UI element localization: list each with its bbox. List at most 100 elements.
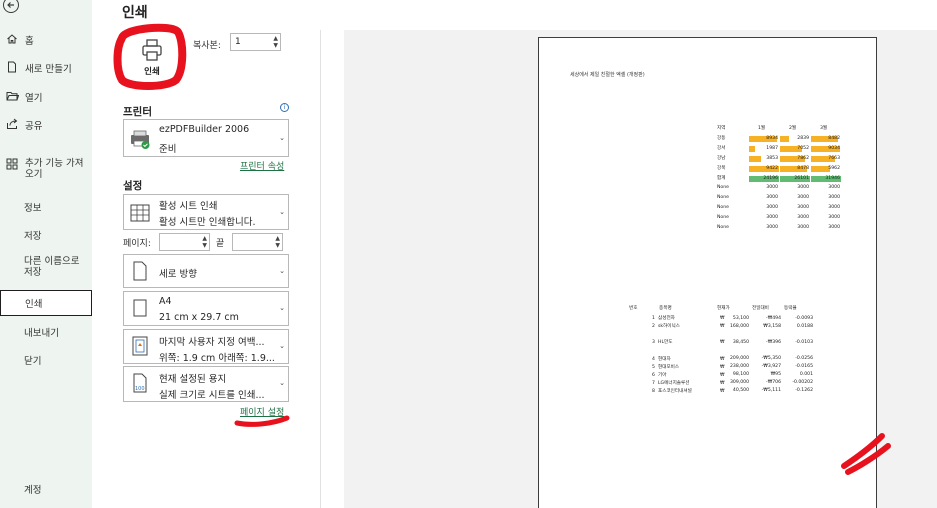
stock-rate: -0.0093 (795, 315, 813, 321)
sheet-grid-icon (130, 204, 150, 222)
stock-row-number: 6 (652, 372, 655, 378)
printer-properties-link[interactable]: 프린터 속성 (240, 159, 284, 172)
scaling-title: 현재 설정된 용지 (159, 374, 227, 385)
region-table-cell: 3000 (749, 194, 779, 201)
stock-price: 309,000 (730, 380, 749, 386)
region-table-cell: None (717, 195, 729, 201)
region-table-header: 지역 (717, 126, 726, 131)
region-table-header: 1월 (758, 126, 766, 131)
region-table-cell: 3000 (811, 204, 841, 211)
region-table-value: 8482 (828, 135, 840, 141)
region-table-value: 31946 (825, 175, 840, 181)
nav-item-save-as[interactable]: 다른 이름으로 저장 (0, 256, 92, 278)
spin-arrows-icon[interactable]: ▲ ▼ (275, 235, 280, 249)
margins-select[interactable]: 마지막 사용자 지정 여백... 위쪽: 1.9 cm 아래쪽: 1.9... … (123, 329, 289, 364)
stock-change: -₩5,350 (761, 356, 781, 361)
stock-rate: -0.0256 (795, 356, 813, 361)
region-table-cell: 3000 (749, 184, 779, 191)
page-to-input[interactable]: ▲ ▼ (232, 233, 283, 251)
region-table-cell: None (717, 205, 729, 211)
printer-device-icon (131, 130, 150, 149)
region-table-cell: 1987 (749, 145, 779, 152)
region-table-cell: 24196 (749, 175, 779, 182)
region-table-cell: 합계 (717, 175, 726, 181)
region-table-cell: 3000 (749, 214, 779, 221)
paper-size-select[interactable]: A4 21 cm x 29.7 cm ⌄ (123, 291, 289, 326)
region-table-value: 1987 (766, 145, 778, 151)
region-table-cell: 3000 (749, 204, 779, 211)
nav-item-export[interactable]: 내보내기 (0, 325, 92, 339)
nav-item-home[interactable]: 홈 (0, 33, 92, 47)
print-scope-select[interactable]: 활성 시트 인쇄 활성 시트만 인쇄합니다. ⌄ (123, 194, 289, 230)
region-table-cell: None (717, 225, 729, 230)
region-table-header: 2월 (789, 126, 797, 131)
data-bar (749, 155, 762, 162)
nav-item-close[interactable]: 닫기 (0, 353, 92, 367)
stock-name: 삼성전자 (658, 316, 675, 321)
printer-select[interactable]: ezPDFBuilder 2006 준비 ⌄ (123, 119, 289, 157)
nav-item-share[interactable]: 공유 (0, 118, 92, 132)
nav-item-account[interactable]: 계정 (0, 482, 92, 496)
nav-item-new[interactable]: 새로 만들기 (0, 61, 92, 75)
page-setup-link[interactable]: 페이지 설정 (240, 405, 284, 418)
spin-arrows-icon[interactable]: ▲ ▼ (273, 35, 278, 49)
nav-addins-label: 추가 기능 가져오기 (25, 158, 84, 180)
region-table-value: 3000 (797, 225, 809, 230)
region-table-value: 3000 (766, 215, 778, 221)
copies-value: 1 (235, 37, 241, 47)
stock-name: 포스코인터내셔널 (658, 388, 692, 394)
region-table-value: 26101 (794, 175, 809, 181)
nav-item-print[interactable]: 인쇄 (0, 290, 92, 316)
scaling-select[interactable]: 100 현재 설정된 용지 실제 크기로 시트를 인쇄... ⌄ (123, 366, 289, 402)
region-table-value: 3000 (797, 215, 809, 221)
region-table-cell: 3000 (811, 184, 841, 191)
region-table-cell: 3000 (780, 194, 810, 201)
page-title: 인쇄 (122, 5, 148, 21)
region-table-cell: 8482 (811, 135, 841, 142)
region-table-cell: 3000 (780, 204, 810, 211)
nav-print-label: 인쇄 (25, 299, 43, 310)
orientation-select[interactable]: 세로 방향 ⌄ (123, 254, 289, 288)
chevron-down-icon: ⌄ (279, 134, 285, 142)
stock-change: ₩95 (770, 372, 781, 378)
nav-close-label: 닫기 (24, 356, 42, 367)
region-table-value: 5962 (828, 165, 840, 171)
region-table-cell: 7052 (780, 145, 810, 152)
region-table-value: 7663 (828, 155, 840, 161)
data-bar (749, 145, 756, 152)
region-table-cell: 3000 (811, 214, 841, 221)
addins-icon (6, 158, 20, 170)
region-table-cell: 강북 (717, 165, 726, 171)
region-table-cell: 3000 (749, 224, 779, 231)
nav-item-open[interactable]: 열기 (0, 90, 92, 104)
margins-desc: 위쪽: 1.9 cm 아래쪽: 1.9... (159, 353, 275, 364)
region-table-cell: 8934 (749, 135, 779, 142)
copies-stepper[interactable]: 1 ▲ ▼ (230, 33, 281, 51)
nav-item-info[interactable]: 정보 (0, 200, 92, 214)
open-folder-icon (6, 90, 20, 102)
region-table-cell: 3000 (811, 224, 841, 231)
region-table-value: 3000 (766, 225, 778, 230)
new-file-icon (6, 61, 20, 73)
panel-divider (320, 30, 321, 508)
stock-rate: -0.00202 (792, 380, 813, 386)
nav-item-save[interactable]: 저장 (0, 228, 92, 242)
page-from-input[interactable]: ▲ ▼ (159, 233, 210, 251)
nav-item-addins[interactable]: 추가 기능 가져오기 (0, 158, 92, 180)
paper-size-desc: 21 cm x 29.7 cm (159, 312, 239, 323)
nav-open-label: 열기 (25, 93, 43, 104)
spin-arrows-icon[interactable]: ▲ ▼ (202, 235, 207, 249)
print-button[interactable]: 인쇄 (121, 32, 183, 84)
chevron-down-icon: ⌄ (279, 267, 285, 275)
stock-row-number: 4 (652, 356, 655, 362)
nav-save-as-label: 다른 이름으로 저장 (24, 256, 80, 278)
region-table-value: 3000 (797, 195, 809, 201)
region-table-value: 2839 (797, 135, 809, 141)
back-arrow-icon[interactable] (3, 0, 19, 13)
region-table-cell: 강동 (717, 135, 726, 141)
region-table-value: 24196 (763, 175, 778, 181)
print-button-label: 인쇄 (144, 67, 160, 77)
info-icon[interactable]: i (280, 103, 289, 112)
nav-export-label: 내보내기 (24, 328, 59, 339)
nav-account-label: 계정 (24, 485, 42, 496)
